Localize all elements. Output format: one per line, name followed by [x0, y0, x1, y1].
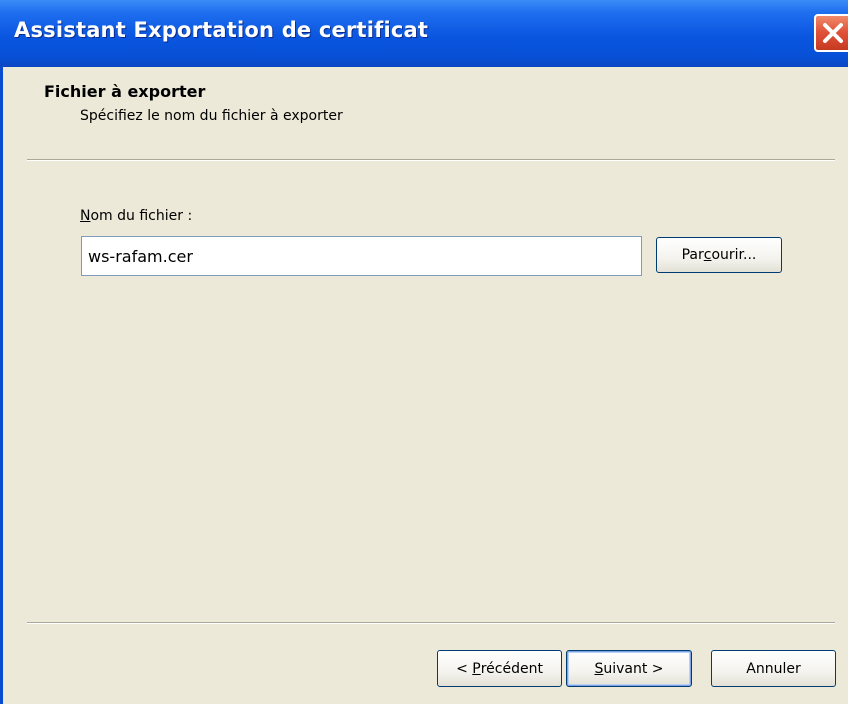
- browse-label-accesskey: c: [703, 247, 712, 263]
- header-divider: [27, 159, 835, 161]
- browse-button[interactable]: Par c ourir...: [656, 237, 782, 273]
- previous-label-pre: <: [456, 660, 473, 677]
- window-frame-left: [0, 67, 3, 704]
- filename-label-text: om du fichier :: [90, 208, 193, 224]
- browse-label-post: ourir...: [711, 247, 757, 263]
- close-button[interactable]: [814, 14, 848, 52]
- previous-label-post: récédent: [480, 660, 543, 677]
- title-bar[interactable]: Assistant Exportation de certificat: [0, 0, 848, 67]
- browse-label-pre: Par: [681, 247, 704, 263]
- next-button[interactable]: Suivant >: [566, 650, 692, 687]
- filename-label: Nom du fichier :: [80, 208, 192, 224]
- next-label-post: uivant >: [603, 660, 664, 677]
- close-icon: [823, 23, 843, 43]
- footer-divider: [27, 622, 835, 624]
- previous-button[interactable]: < Précédent: [437, 650, 562, 687]
- cancel-label: Annuler: [746, 660, 801, 677]
- filename-input[interactable]: [81, 236, 642, 276]
- window-title: Assistant Exportation de certificat: [14, 18, 429, 42]
- next-label-accesskey: S: [594, 660, 604, 677]
- filename-label-accesskey: N: [80, 208, 91, 224]
- page-title: Fichier à exporter: [44, 82, 206, 101]
- cancel-button[interactable]: Annuler: [711, 650, 836, 687]
- previous-label-accesskey: P: [472, 660, 481, 677]
- page-subtitle: Spécifiez le nom du fichier à exporter: [80, 108, 343, 124]
